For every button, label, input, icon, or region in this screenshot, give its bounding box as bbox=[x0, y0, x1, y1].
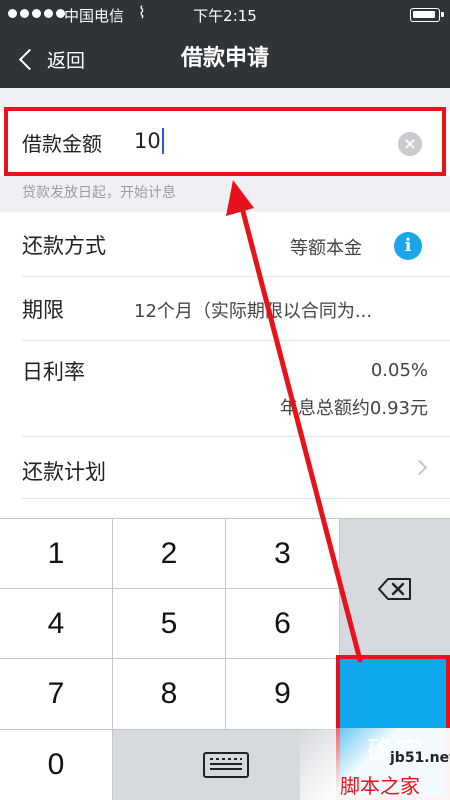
wifi-icon: ⌇ bbox=[138, 3, 146, 22]
status-bar: 中国电信 ⌇ 下午2:15 bbox=[0, 0, 450, 30]
top-bar: 中国电信 ⌇ 下午2:15 借款申请 返回 bbox=[0, 0, 450, 88]
divider bbox=[22, 498, 450, 499]
term-label: 期限 bbox=[22, 298, 64, 322]
backspace-icon bbox=[378, 577, 412, 600]
key-8[interactable]: 8 bbox=[113, 659, 225, 729]
divider bbox=[22, 436, 450, 437]
status-time: 下午2:15 bbox=[193, 7, 257, 25]
chevron-left-icon bbox=[18, 48, 41, 70]
key-2[interactable]: 2 bbox=[113, 519, 225, 588]
divider bbox=[22, 340, 450, 341]
key-1[interactable]: 1 bbox=[0, 519, 112, 588]
key-5[interactable]: 5 bbox=[113, 589, 225, 658]
signal-icon bbox=[8, 9, 65, 18]
annual-interest-value: 年息总额约0.93元 bbox=[279, 398, 428, 419]
divider bbox=[22, 276, 450, 277]
key-7[interactable]: 7 bbox=[0, 659, 112, 729]
repayment-method-value: 等额本金 bbox=[290, 238, 362, 259]
key-9[interactable]: 9 bbox=[226, 659, 339, 729]
repayment-plan-label: 还款计划 bbox=[22, 460, 106, 484]
delete-button[interactable] bbox=[340, 519, 450, 658]
battery-icon bbox=[410, 8, 444, 22]
info-icon[interactable]: i bbox=[394, 232, 422, 260]
watermark-site: jb51.net bbox=[390, 750, 450, 766]
key-4[interactable]: 4 bbox=[0, 589, 112, 658]
highlight-box-amount bbox=[4, 107, 446, 176]
daily-rate-label: 日利率 bbox=[22, 360, 85, 384]
key-6[interactable]: 6 bbox=[226, 589, 339, 658]
repayment-method-label: 还款方式 bbox=[22, 234, 106, 258]
keyboard-icon bbox=[203, 752, 249, 778]
daily-rate-value: 0.05% bbox=[370, 360, 428, 381]
key-0[interactable]: 0 bbox=[0, 730, 112, 800]
watermark-text: 脚本之家 bbox=[340, 774, 420, 798]
key-3[interactable]: 3 bbox=[226, 519, 339, 588]
back-label: 返回 bbox=[47, 49, 86, 72]
carrier-name: 中国电信 bbox=[64, 7, 125, 25]
interest-hint: 贷款发放日起，开始计息 bbox=[22, 185, 176, 201]
back-button[interactable]: 返回 bbox=[14, 42, 85, 76]
term-value: 12个月（实际期限以合同为... bbox=[134, 301, 373, 322]
